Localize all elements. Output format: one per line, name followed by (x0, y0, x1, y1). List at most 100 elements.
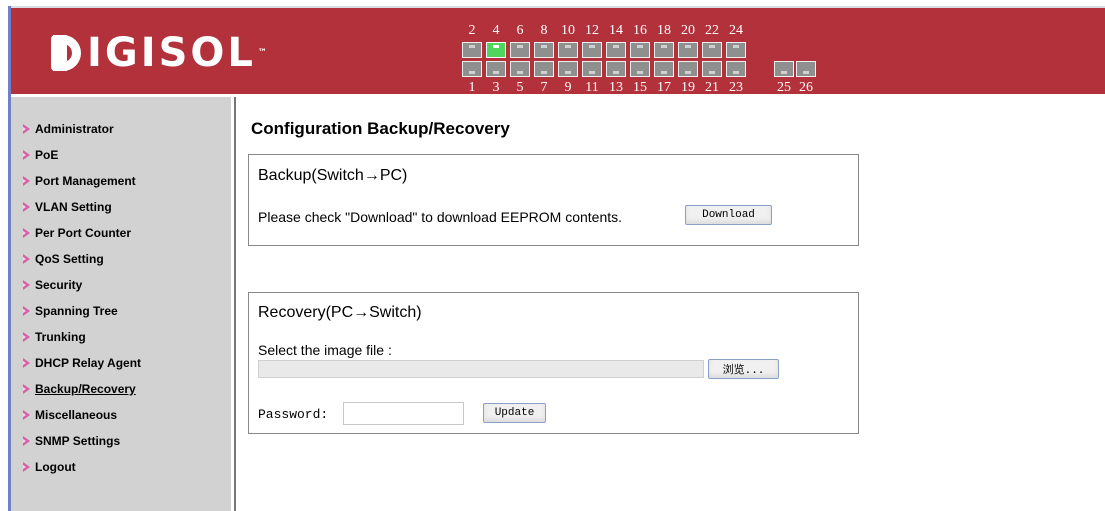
sidebar-item-miscellaneous[interactable]: Miscellaneous (11, 402, 231, 428)
page-title: Configuration Backup/Recovery (251, 119, 510, 138)
recovery-section-title: Recovery(PC→Switch) (258, 304, 422, 321)
port-number-bottom: 23 (729, 80, 743, 95)
sidebar-item-spanning-tree[interactable]: Spanning Tree (11, 298, 231, 324)
bullet-arrow-icon (23, 228, 30, 238)
header-banner: IGISOL ™ 2 4 6 8 10 12 14 16 18 20 22 24 (11, 6, 1105, 95)
port-number-uplink: 25 (777, 80, 791, 95)
main-content: Configuration Backup/Recovery Backup(Swi… (236, 97, 1105, 511)
sidebar-item-security[interactable]: Security (11, 272, 231, 298)
logo-d-mark-icon (51, 35, 81, 71)
port-12-icon[interactable] (582, 42, 602, 58)
port-number-top: 24 (729, 23, 743, 38)
port-7-icon[interactable] (534, 61, 554, 77)
port-number-uplink: 26 (799, 80, 813, 95)
sidebar-item-port-management[interactable]: Port Management (11, 168, 231, 194)
sidebar-item-dhcp-relay-agent[interactable]: DHCP Relay Agent (11, 350, 231, 376)
port-18-icon[interactable] (654, 42, 674, 58)
password-field[interactable] (343, 402, 464, 425)
bullet-arrow-icon (23, 254, 30, 264)
port-20-icon[interactable] (678, 42, 698, 58)
sidebar-item-per-port-counter[interactable]: Per Port Counter (11, 220, 231, 246)
port-9-icon[interactable] (558, 61, 578, 77)
app-window: IGISOL ™ 2 4 6 8 10 12 14 16 18 20 22 24 (0, 0, 1105, 511)
bullet-arrow-icon (23, 280, 30, 290)
sidebar-item-label: Logout (35, 460, 76, 474)
port-8-icon[interactable] (534, 42, 554, 58)
sidebar-item-poe[interactable]: PoE (11, 142, 231, 168)
image-file-path-field[interactable] (258, 360, 704, 378)
select-image-label: Select the image file : (258, 342, 392, 358)
bullet-arrow-icon (23, 332, 30, 342)
port-number-top: 18 (657, 23, 671, 38)
sidebar-item-snmp-settings[interactable]: SNMP Settings (11, 428, 231, 454)
port-10-icon[interactable] (558, 42, 578, 58)
port-17-icon[interactable] (654, 61, 674, 77)
port-number-top: 12 (585, 23, 599, 38)
port-number-top: 16 (633, 23, 647, 38)
download-button[interactable]: Download (685, 205, 772, 225)
sidebar-item-administrator[interactable]: Administrator (11, 116, 231, 142)
bullet-arrow-icon (23, 306, 30, 316)
port-number-top: 22 (705, 23, 719, 38)
port-number-bottom: 5 (516, 80, 524, 95)
browse-button[interactable]: 浏览... (708, 359, 779, 379)
port-1-icon[interactable] (462, 61, 482, 77)
port-2-icon[interactable] (462, 42, 482, 58)
port-panel: 2 4 6 8 10 12 14 16 18 20 22 24 1 3 5 7 … (456, 14, 836, 98)
sidebar-item-label: Trunking (35, 330, 86, 344)
port-number-bottom: 7 (540, 80, 548, 95)
update-button[interactable]: Update (483, 403, 546, 423)
port-16-icon[interactable] (630, 42, 650, 58)
port-25-icon[interactable] (774, 61, 794, 77)
bullet-arrow-icon (23, 358, 30, 368)
sidebar-item-qos-setting[interactable]: QoS Setting (11, 246, 231, 272)
sidebar-item-vlan-setting[interactable]: VLAN Setting (11, 194, 231, 220)
port-number-top: 14 (609, 23, 623, 38)
port-22-icon[interactable] (702, 42, 722, 58)
trademark-symbol: ™ (257, 48, 267, 58)
recovery-section: Recovery(PC→Switch) Select the image fil… (248, 292, 859, 434)
port-15-icon[interactable] (630, 61, 650, 77)
sidebar-item-backup-recovery[interactable]: Backup/Recovery (11, 376, 231, 402)
sidebar-item-label: Security (35, 278, 83, 292)
port-19-icon[interactable] (678, 61, 698, 77)
port-number-bottom: 13 (609, 80, 623, 95)
backup-section-title: Backup(Switch→PC) (258, 167, 408, 184)
port-number-top: 4 (492, 23, 500, 38)
port-13-icon[interactable] (606, 61, 626, 77)
logo-text: IGISOL (87, 30, 256, 76)
port-5-icon[interactable] (510, 61, 530, 77)
sidebar-item-label: Backup/Recovery (35, 382, 136, 396)
sidebar-item-label: VLAN Setting (35, 200, 112, 214)
sidebar-item-label: PoE (35, 148, 59, 162)
sidebar-item-label: SNMP Settings (35, 434, 121, 448)
sidebar-item-label: Per Port Counter (35, 226, 132, 240)
sidebar-item-logout[interactable]: Logout (11, 454, 231, 480)
port-number-bottom: 9 (564, 80, 572, 95)
bullet-arrow-icon (23, 436, 30, 446)
port-number-top: 10 (561, 23, 575, 38)
port-4-active-icon[interactable] (486, 42, 506, 58)
port-number-top: 20 (681, 23, 695, 38)
sidebar-item-label: Administrator (35, 122, 114, 136)
sidebar-item-label: Port Management (35, 174, 136, 188)
sidebar-item-label: Spanning Tree (35, 304, 118, 318)
sidebar-item-trunking[interactable]: Trunking (11, 324, 231, 350)
port-6-icon[interactable] (510, 42, 530, 58)
port-number-bottom: 15 (633, 80, 647, 95)
port-24-icon[interactable] (726, 42, 746, 58)
bullet-arrow-icon (23, 462, 30, 472)
sidebar-nav: Administrator PoE Port Management VLAN S… (11, 97, 234, 511)
port-21-icon[interactable] (702, 61, 722, 77)
port-3-icon[interactable] (486, 61, 506, 77)
port-number-top: 6 (516, 23, 524, 38)
port-number-top: 8 (540, 23, 548, 38)
port-14-icon[interactable] (606, 42, 626, 58)
bullet-arrow-icon (23, 124, 30, 134)
sidebar-item-label: Miscellaneous (35, 408, 118, 422)
bullet-arrow-icon (23, 202, 30, 212)
port-26-icon[interactable] (796, 61, 816, 77)
port-11-icon[interactable] (582, 61, 602, 77)
port-number-bottom: 3 (492, 80, 500, 95)
port-23-icon[interactable] (726, 61, 746, 77)
